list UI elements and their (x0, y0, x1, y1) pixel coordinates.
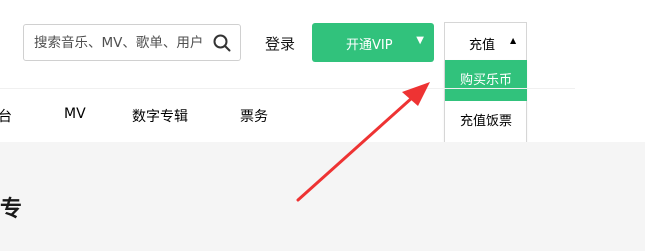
nav-item-digital-album[interactable]: 数字专辑 (132, 106, 188, 126)
menu-item-recharge-tickets[interactable]: 充值饭票 (445, 101, 527, 142)
recharge-menu: 购买乐币 充值饭票 (444, 60, 527, 144)
section-heading-partial: 专 (0, 197, 23, 222)
search-input[interactable] (34, 33, 212, 53)
caret-up-icon: ▲ (510, 36, 517, 45)
search-box[interactable] (23, 24, 241, 61)
open-vip-button[interactable]: 开通VIP ▼ (312, 23, 434, 62)
recharge-dropdown[interactable]: 充值 ▲ (444, 22, 527, 60)
content-area (0, 142, 645, 251)
open-vip-label: 开通VIP (346, 38, 393, 53)
search-icon[interactable] (213, 34, 231, 52)
recharge-label: 充值 (469, 38, 496, 53)
header-divider (0, 88, 575, 89)
nav-item-mv[interactable]: MV (64, 106, 86, 122)
caret-down-icon[interactable]: ▼ (416, 36, 424, 46)
menu-item-buy-coins[interactable]: 购买乐币 (445, 60, 527, 101)
nav-item-tickets[interactable]: 票务 (240, 106, 268, 126)
nav-item-partial[interactable]: 台 (0, 106, 12, 126)
login-link[interactable]: 登录 (265, 33, 295, 54)
